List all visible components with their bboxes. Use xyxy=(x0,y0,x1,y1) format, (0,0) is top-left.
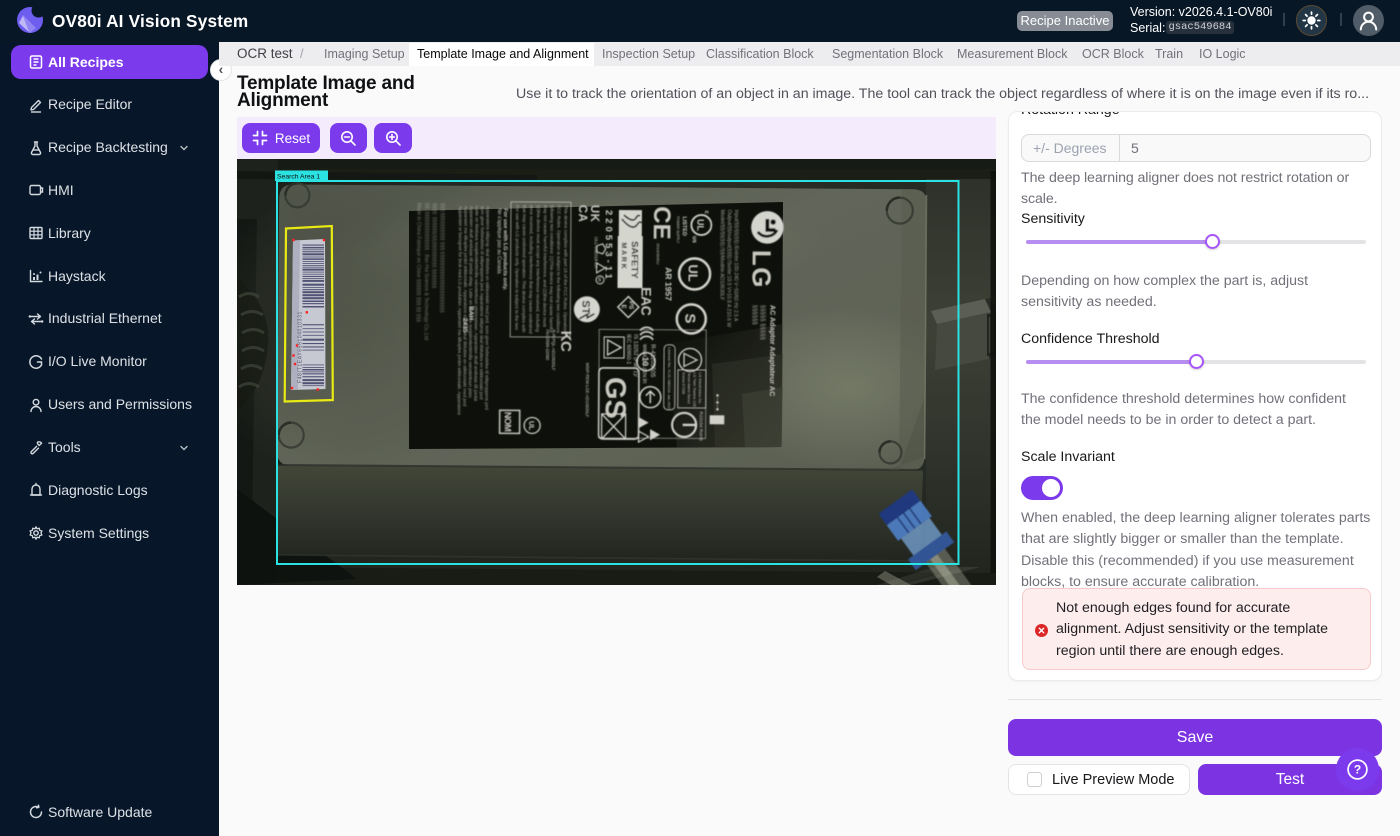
svg-text:Search Area 1: Search Area 1 xyxy=(277,173,320,180)
svg-text:?: ? xyxy=(1354,763,1361,777)
svg-text:F48(T1EAY659104010331: F48(T1EAY659104010331 xyxy=(298,311,304,383)
